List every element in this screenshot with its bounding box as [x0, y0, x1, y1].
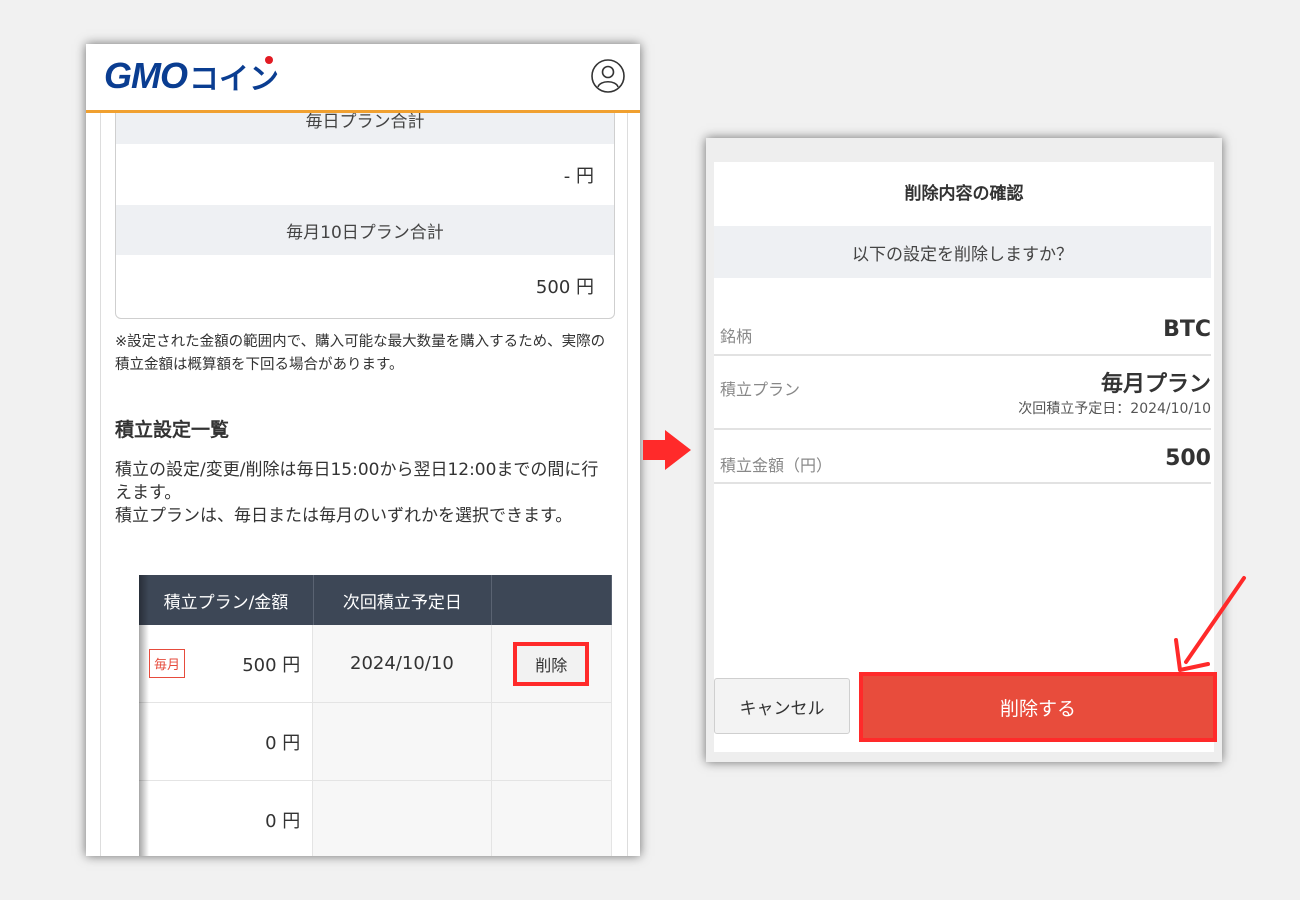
section-description-line-2: 積立プランは、毎日または毎月のいずれかを選択できます。	[115, 506, 573, 526]
summary-daily-header: 毎日プラン合計	[116, 113, 614, 144]
table-row: 0 円	[139, 781, 612, 856]
dialog-question: 以下の設定を削除しますか？	[714, 226, 1211, 278]
summary-box: 毎日プラン合計 - 円 毎月10日プラン合計 500 円	[115, 113, 615, 319]
symbol-label: 銘柄	[720, 327, 753, 346]
row-symbol: 銘柄 BTC	[714, 306, 1211, 356]
section-title: 積立設定一覧	[115, 419, 230, 441]
plan-table: 積立プラン/金額 次回積立予定日 毎月 500 円 2024/10/10 削除 …	[139, 575, 612, 856]
cell-plan-amount: 毎月 500 円	[139, 625, 314, 702]
section-description-line-1: 積立の設定/変更/削除は毎日15:00から翌日12:00までの間に行えます。	[115, 460, 599, 503]
logo-dot	[265, 56, 273, 64]
cell-action: 削除	[491, 625, 612, 702]
table-header: 積立プラン/金額 次回積立予定日	[139, 575, 612, 625]
plan-next-date: 次回積立予定日：2024/10/10	[1018, 401, 1211, 417]
logo-brand: GMO	[104, 55, 188, 96]
amount-value: 500 円	[242, 654, 301, 676]
user-account-icon[interactable]	[590, 58, 626, 94]
section-description: 積立の設定/変更/削除は毎日15:00から翌日12:00までの間に行えます。 積…	[115, 459, 615, 528]
column-header-action	[492, 575, 612, 625]
cell-next-date: 2024/10/10	[313, 625, 492, 702]
summary-monthly-header: 毎月10日プラン合計	[116, 205, 614, 255]
summary-monthly-value: 500 円	[535, 276, 594, 298]
amount-label: 積立金額（円）	[720, 456, 833, 475]
row-plan: 積立プラン 毎月プラン 次回積立予定日：2024/10/10	[714, 356, 1211, 430]
cell-action	[491, 781, 612, 856]
plan-tag: 毎月	[149, 649, 186, 678]
confirm-delete-button[interactable]: 削除する	[859, 672, 1217, 742]
table-row: 0 円	[139, 703, 612, 781]
cell-next-date	[313, 703, 492, 780]
gmo-coin-logo[interactable]: GMO コイン	[104, 55, 279, 97]
arrow-pointer-icon	[1174, 576, 1246, 672]
cell-plan-amount: 0 円	[139, 781, 314, 856]
arrow-right-icon	[643, 430, 691, 470]
logo-suffix: コイン	[189, 54, 279, 98]
plan-value: 毎月プラン	[1100, 372, 1211, 397]
row-amount: 積立金額（円） 500	[714, 430, 1211, 484]
logo-suffix-text: コイン	[189, 62, 279, 97]
column-header-next-date: 次回積立予定日	[314, 575, 492, 625]
summary-daily-value: - 円	[563, 165, 594, 187]
right-phone-screen: 削除内容の確認 以下の設定を削除しますか？ 銘柄 BTC 積立プラン 毎月プラン…	[706, 138, 1222, 762]
column-header-plan-amount: 積立プラン/金額	[139, 575, 314, 625]
scroll-shadow	[139, 575, 149, 856]
dialog-title: 削除内容の確認	[904, 183, 1024, 204]
plan-label: 積立プラン	[720, 380, 801, 399]
cell-next-date	[313, 781, 492, 856]
confirm-dialog: 削除内容の確認 以下の設定を削除しますか？ 銘柄 BTC 積立プラン 毎月プラン…	[714, 162, 1217, 752]
scroll-content[interactable]: 毎日プラン合計 - 円 毎月10日プラン合計 500 円 ※設定された金額の範囲…	[100, 113, 628, 856]
disclaimer-note: ※設定された金額の範囲内で、購入可能な最大数量を購入するため、実際の積立金額は概…	[115, 334, 606, 373]
symbol-value: BTC	[1163, 317, 1211, 342]
table-row: 毎月 500 円 2024/10/10 削除	[139, 625, 612, 703]
delete-button[interactable]: 削除	[513, 641, 590, 686]
cell-plan-amount: 0 円	[139, 703, 314, 780]
app-header: GMO コイン	[86, 44, 640, 113]
left-phone-screen: GMO コイン 毎日プラン合計 - 円 毎月10日プラン合計 500 円 ※設定…	[86, 44, 640, 856]
cancel-button[interactable]: キャンセル	[714, 678, 850, 734]
amount-value: 500	[1165, 446, 1211, 471]
cell-action	[491, 703, 612, 780]
